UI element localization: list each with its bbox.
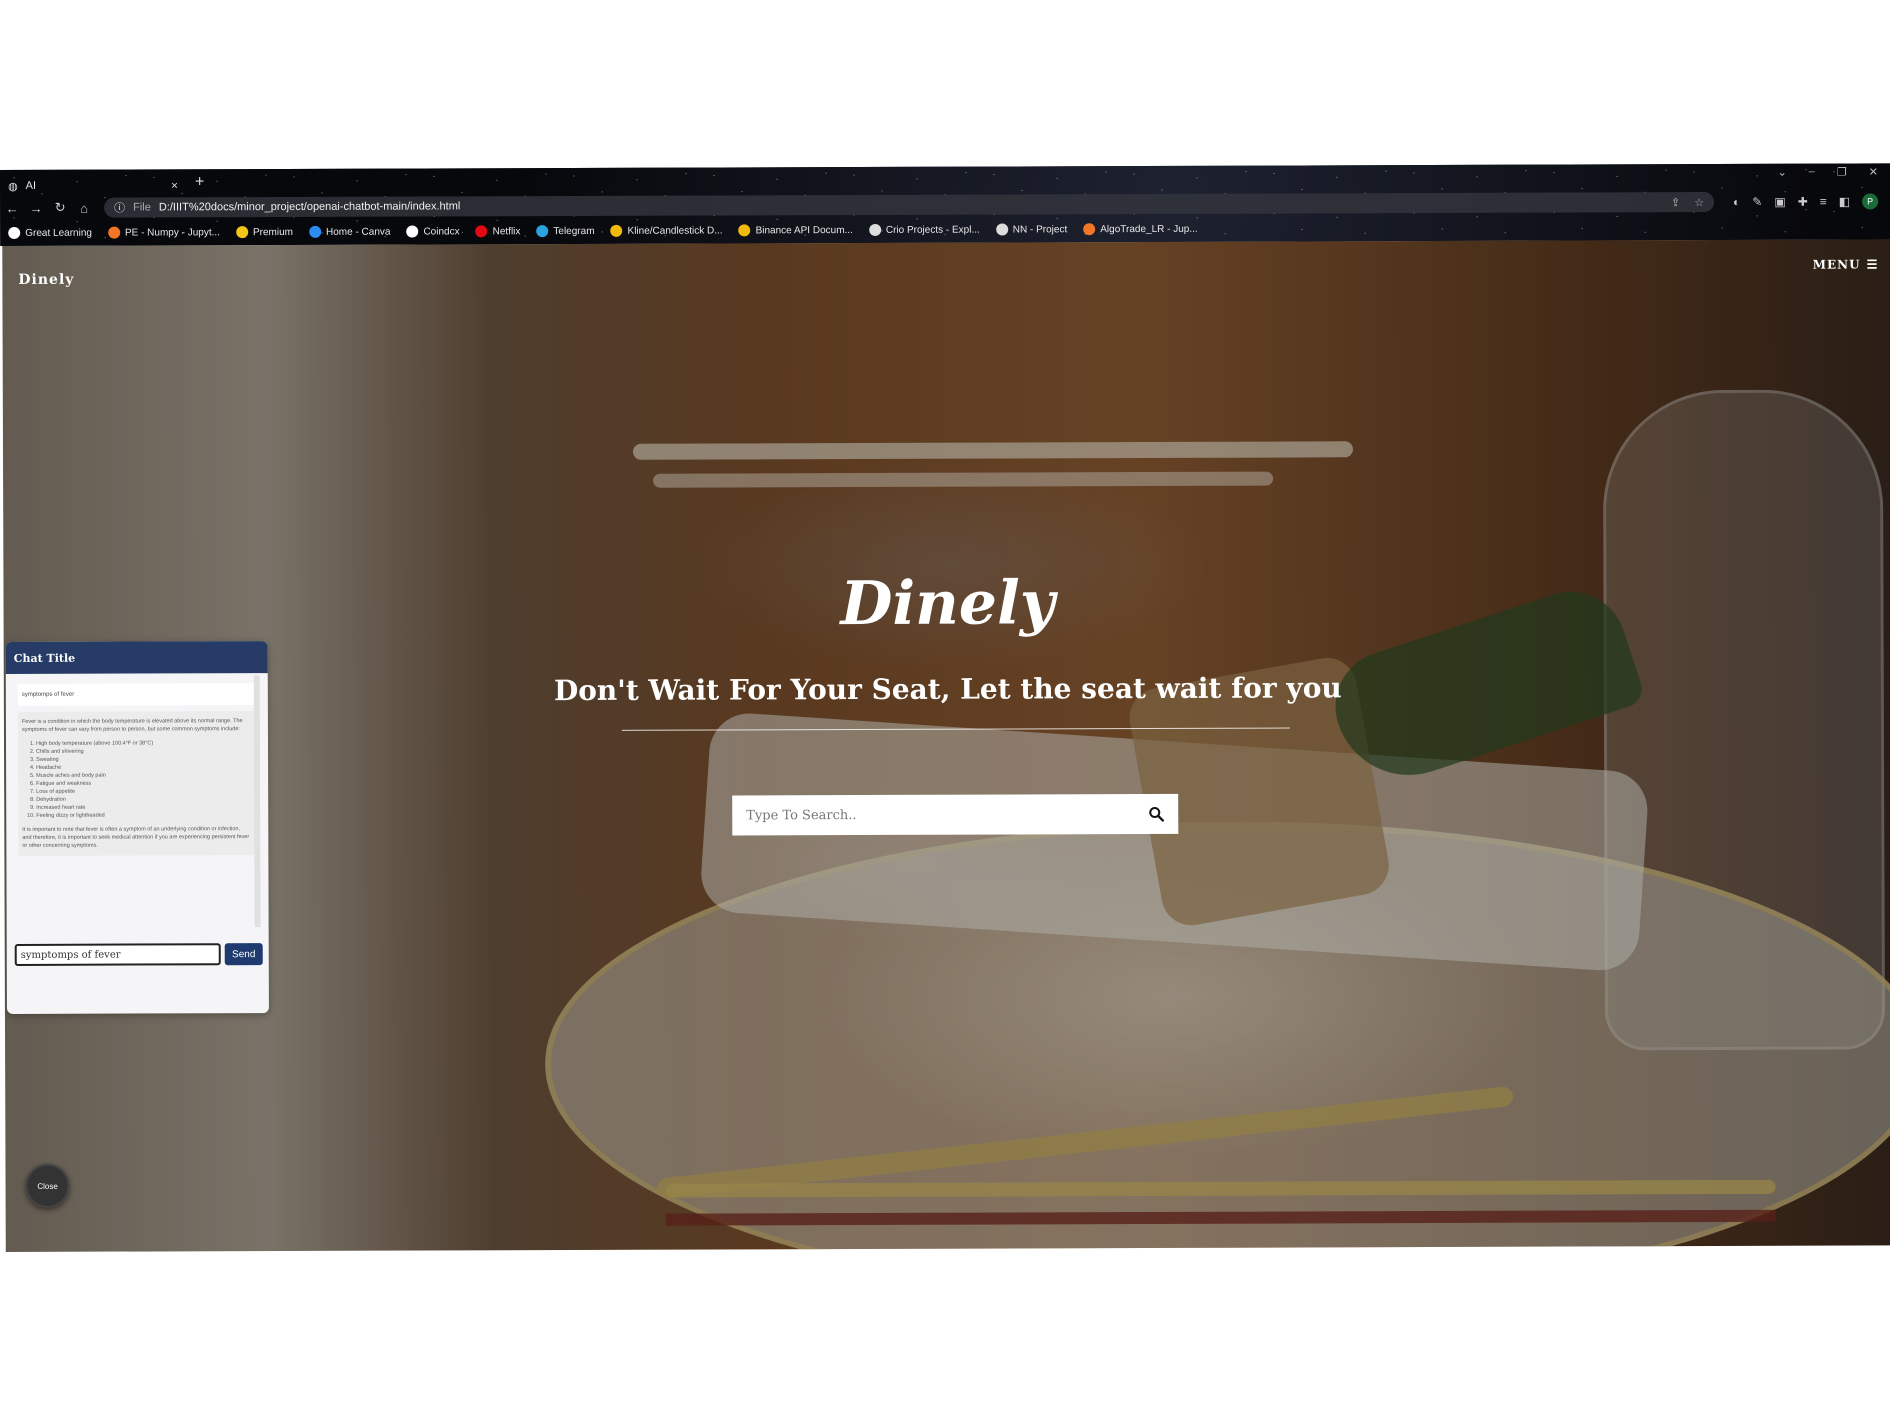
tab-close-icon[interactable]: × <box>171 178 178 192</box>
search-input[interactable] <box>746 806 1149 823</box>
tab-title: AI <box>25 179 37 192</box>
reload-icon[interactable]: ↻ <box>48 200 72 216</box>
new-tab-button[interactable]: + <box>195 173 204 191</box>
restore-icon[interactable]: ❐ <box>1837 166 1847 179</box>
bookmark-item[interactable]: Home - Canva <box>308 225 391 238</box>
share-icon[interactable]: ⇪ <box>1671 196 1680 209</box>
bookmark-item[interactable]: PE - Numpy - Jupyt... <box>107 226 220 239</box>
screenshot: ◍ AI × + ⌄ – ❐ ✕ ← → ↻ ⌂ ⓘ File D:/IIIT%… <box>0 163 1890 1252</box>
minimize-icon[interactable]: – <box>1809 166 1815 179</box>
chat-messages: symptomps of fever Fever is a condition … <box>12 675 261 928</box>
extension-icon[interactable]: ▣ <box>1774 195 1785 209</box>
extension-icons: ◐ ✎ ▣ ✚ ≡ ◧ P <box>1733 193 1879 210</box>
bookmark-item[interactable]: Premium <box>235 226 293 239</box>
bookmark-item[interactable]: Telegram <box>536 225 595 238</box>
bookmark-item[interactable]: NN - Project <box>995 223 1067 236</box>
bot-message: Fever is a condition in which the body t… <box>17 711 255 856</box>
chat-panel: Chat Title symptomps of fever Fever is a… <box>5 641 269 1014</box>
site-brand[interactable]: Dinely <box>18 272 74 288</box>
bookmark-item[interactable]: Binance API Docum... <box>738 224 853 237</box>
close-chat-button[interactable]: Close <box>25 1163 70 1208</box>
address-bar[interactable]: ⓘ File D:/IIIT%20docs/minor_project/open… <box>104 192 1715 218</box>
bookmark-favicon-icon <box>475 225 488 238</box>
list-item: Feeling dizzy or lightheaded <box>36 811 250 820</box>
bookmark-favicon-icon <box>536 225 549 238</box>
bookmark-item[interactable]: Coindcx <box>406 225 460 238</box>
window-close-icon[interactable]: ✕ <box>1869 165 1878 178</box>
chat-input[interactable] <box>14 943 221 966</box>
forward-icon[interactable]: → <box>24 200 48 215</box>
chevron-down-icon[interactable]: ⌄ <box>1778 166 1787 179</box>
bot-message-outro: It is important to note that fever is of… <box>22 826 250 849</box>
sidepanel-icon[interactable]: ◧ <box>1839 195 1850 209</box>
chat-title: Chat Title <box>5 641 268 674</box>
bookmark-favicon-icon <box>406 225 419 238</box>
bookmark-item[interactable]: Great Learning <box>8 226 92 239</box>
send-button[interactable]: Send <box>224 943 263 966</box>
hero-tagline: Don't Wait For Your Seat, Let the seat w… <box>553 671 1342 708</box>
menu-label: MENU <box>1812 257 1861 272</box>
bookmark-item[interactable]: Crio Projects - Expl... <box>868 223 980 236</box>
symptom-list: High body temperature (above 100.4°F or … <box>36 739 250 820</box>
bookmark-item[interactable]: Kline/Candlestick D... <box>610 224 723 237</box>
playlist-icon[interactable]: ≡ <box>1820 195 1827 209</box>
bookmark-item[interactable]: AlgoTrade_LR - Jup... <box>1083 223 1198 236</box>
bookmark-favicon-icon <box>8 226 21 239</box>
hamburger-icon: ☰ <box>1866 257 1879 272</box>
bookmark-favicon-icon <box>995 223 1008 236</box>
bookmark-favicon-icon <box>610 224 623 237</box>
hero-section: Dinely MENU ☰ Dinely Don't Wait For Your… <box>2 239 1890 1252</box>
bookmark-item[interactable]: Netflix <box>475 225 521 238</box>
window-controls: ⌄ – ❐ ✕ <box>1778 165 1878 179</box>
bookmark-favicon-icon <box>1083 223 1096 236</box>
hero-title: Dinely <box>840 568 1055 640</box>
extension-icon[interactable]: ◐ <box>1733 195 1740 209</box>
bookmark-favicon-icon <box>235 226 248 239</box>
search-bar <box>732 793 1179 836</box>
bookmarks-bar: Great Learning PE - Numpy - Jupyt... Pre… <box>8 218 1198 244</box>
back-icon[interactable]: ← <box>0 200 24 215</box>
pen-icon[interactable]: ✎ <box>1752 195 1762 209</box>
bookmark-favicon-icon <box>738 224 751 237</box>
bookmark-star-icon[interactable]: ☆ <box>1694 196 1704 209</box>
bookmark-favicon-icon <box>107 226 120 239</box>
puzzle-icon[interactable]: ✚ <box>1798 195 1808 209</box>
info-icon: ⓘ <box>114 202 126 215</box>
url-text[interactable]: D:/IIIT%20docs/minor_project/openai-chat… <box>159 200 460 213</box>
home-icon[interactable]: ⌂ <box>72 200 96 215</box>
search-icon[interactable] <box>1148 806 1164 822</box>
bookmark-favicon-icon <box>868 223 881 236</box>
bot-message-intro: Fever is a condition in which the body t… <box>21 718 243 733</box>
globe-icon: ◍ <box>8 180 18 193</box>
menu-button[interactable]: MENU ☰ <box>1813 257 1879 271</box>
browser-chrome: ◍ AI × + ⌄ – ❐ ✕ ← → ↻ ⌂ ⓘ File D:/IIIT%… <box>0 163 1890 246</box>
chat-scrollbar[interactable] <box>253 675 261 928</box>
profile-avatar[interactable]: P <box>1862 193 1879 210</box>
user-message: symptomps of fever <box>17 683 254 706</box>
bookmark-favicon-icon <box>308 225 322 238</box>
browser-tab[interactable]: ◍ AI × <box>8 175 178 196</box>
file-label: File <box>133 201 151 214</box>
